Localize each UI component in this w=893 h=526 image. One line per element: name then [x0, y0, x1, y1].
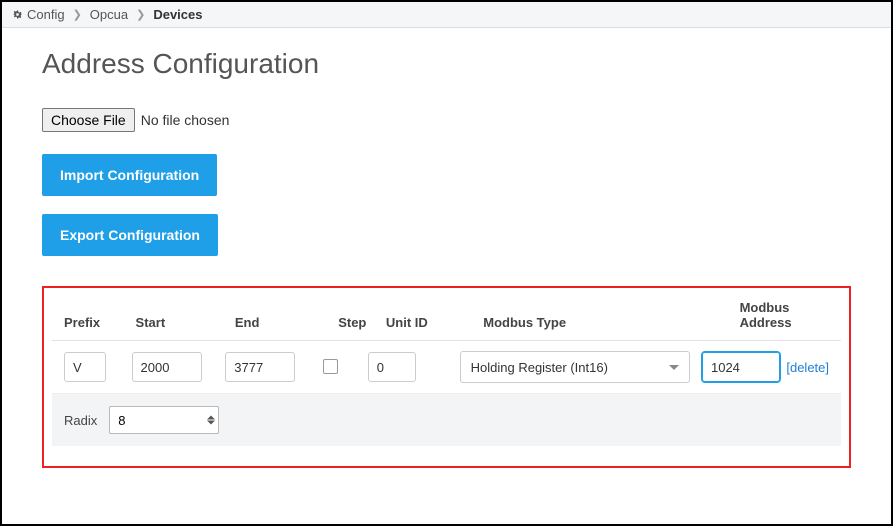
header-modbus-type: Modbus Type [483, 315, 731, 330]
delete-link[interactable]: [delete] [786, 360, 829, 375]
modbus-type-select[interactable]: Holding Register (Int16) [460, 351, 690, 383]
unit-id-input[interactable] [368, 352, 416, 382]
file-status-label: No file chosen [141, 112, 230, 128]
radix-input[interactable] [109, 406, 219, 434]
header-modbus-address: Modbus Address [732, 300, 829, 330]
header-prefix: Prefix [64, 315, 136, 330]
prefix-input[interactable] [64, 352, 106, 382]
breadcrumb: Config ❯ Opcua ❯ Devices [2, 2, 891, 28]
table-header-row: Prefix Start End Step Unit ID Modbus Typ… [52, 294, 841, 341]
table-row: Holding Register (Int16) [delete] [52, 341, 841, 394]
export-config-button[interactable]: Export Configuration [42, 214, 218, 256]
modbus-address-input[interactable] [702, 352, 780, 382]
header-end: End [235, 315, 338, 330]
modbus-type-value: Holding Register (Int16) [471, 360, 608, 375]
breadcrumb-opcua[interactable]: Opcua [90, 7, 128, 22]
file-chooser-row: Choose File No file chosen [42, 108, 851, 132]
gear-icon [12, 9, 23, 20]
choose-file-button[interactable]: Choose File [42, 108, 135, 132]
chevron-down-icon [669, 365, 679, 370]
radix-row: Radix [52, 394, 841, 446]
chevron-right-icon: ❯ [136, 8, 145, 21]
header-unit-id: Unit ID [386, 315, 483, 330]
radix-label: Radix [64, 413, 97, 428]
header-step: Step [338, 315, 386, 330]
header-start: Start [136, 315, 235, 330]
step-checkbox[interactable] [323, 359, 338, 374]
chevron-right-icon: ❯ [73, 8, 82, 21]
import-config-button[interactable]: Import Configuration [42, 154, 217, 196]
radix-stepper[interactable] [207, 416, 215, 425]
address-config-panel: Prefix Start End Step Unit ID Modbus Typ… [42, 286, 851, 468]
end-input[interactable] [225, 352, 295, 382]
stepper-up-icon [207, 416, 215, 420]
breadcrumb-current: Devices [153, 7, 202, 22]
page-title: Address Configuration [42, 48, 851, 80]
breadcrumb-config[interactable]: Config [27, 7, 65, 22]
stepper-down-icon [207, 421, 215, 425]
start-input[interactable] [132, 352, 202, 382]
